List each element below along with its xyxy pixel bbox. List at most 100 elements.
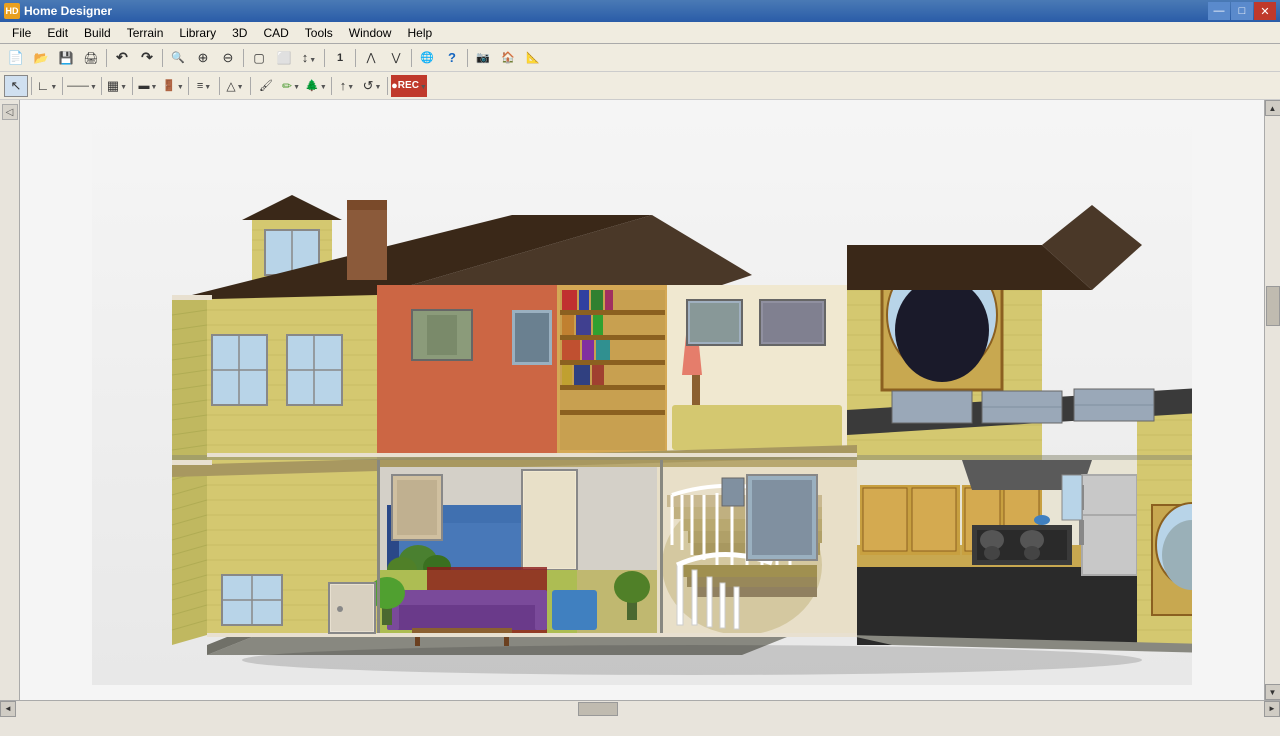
toolbar-separator [324,49,325,67]
maximize-button[interactable]: □ [1231,2,1253,20]
help-button[interactable]: ? [440,47,464,69]
stairs-button[interactable]: ≡ [192,75,216,97]
main-area: ◁ [0,100,1280,700]
select-rect-button[interactable] [247,47,271,69]
pencil-icon: ✏ [282,79,292,93]
wall-dropdown-icon [150,80,158,92]
scroll-thumb-horizontal[interactable] [578,702,618,716]
roof-icon: △ [226,79,235,93]
arrow-button[interactable]: ↕ [297,47,321,69]
house-container [20,100,1264,700]
toolbar-separator [355,49,356,67]
zoom-in-icon [198,50,209,66]
new-button[interactable] [4,47,28,69]
down-arrow-icon: ⋁ [391,51,400,64]
redo-icon [141,49,153,66]
roof-button[interactable]: △ [223,75,247,97]
angle-icon: ∟ [37,78,50,93]
scroll-left-button[interactable]: ◄ [0,701,16,717]
house-view-icon [501,51,515,64]
house-view-button[interactable] [496,47,520,69]
door-button[interactable]: 🚪 [161,75,185,97]
scroll-down-button[interactable]: ▼ [1265,684,1280,700]
wall-icon: ▬ [139,80,150,92]
number-button[interactable]: 1 [328,47,352,69]
open-button[interactable] [29,47,53,69]
toolbar-separator [467,49,468,67]
bottom-scrollbar: ◄ ► [0,700,1280,716]
dash-dropdown-icon [89,80,97,92]
house-3d-view [92,115,1192,685]
cursor-button[interactable]: ↖ [4,75,28,97]
scroll-thumb-vertical[interactable] [1266,286,1280,326]
grid-dropdown-icon [119,80,127,92]
toolbar-separator [188,77,189,95]
toolbar-separator [387,77,388,95]
globe-icon [420,51,434,64]
pencil-dropdown-icon [292,80,300,92]
menu-build[interactable]: Build [76,24,119,42]
rotate-icon: ↺ [363,78,374,94]
up2-dropdown-icon [346,80,354,92]
undo-button[interactable] [110,47,134,69]
paint-button[interactable]: 🖌 [254,75,278,97]
zoom-out-button[interactable] [216,47,240,69]
left-panel-btn1[interactable]: ◁ [2,104,18,120]
open-icon [34,51,49,65]
title-bar: HD Home Designer — □ ✕ [0,0,1280,22]
down-arrow-button[interactable]: ⋁ [384,47,408,69]
redo-button[interactable] [135,47,159,69]
rec-dropdown-icon [419,80,427,92]
rotate-button[interactable]: ↺ [360,75,384,97]
rotate-dropdown-icon [373,80,381,92]
dash-button[interactable]: —— [66,75,98,97]
toolbar-separator [106,49,107,67]
door-dropdown-icon [176,80,184,92]
scroll-up-button[interactable]: ▲ [1265,100,1280,116]
save-button[interactable] [54,47,78,69]
plan-view-icon [526,51,540,64]
undo-icon [116,49,128,66]
zoom-in-button[interactable] [191,47,215,69]
paint-icon: 🖌 [259,79,273,92]
angle-button[interactable]: ∟ [35,75,59,97]
close-button[interactable]: ✕ [1254,2,1276,20]
record-button[interactable]: ●REC [391,75,427,97]
scroll-track-vertical[interactable] [1265,116,1280,684]
dash-icon: —— [67,80,89,92]
plan-view-button[interactable] [521,47,545,69]
menu-3d[interactable]: 3D [224,24,255,42]
tree-button[interactable]: 🌲 [304,75,328,97]
wall-button[interactable]: ▬ [136,75,160,97]
toolbar-separator [31,77,32,95]
grid-button[interactable]: ▦ [105,75,129,97]
minimize-button[interactable]: — [1208,2,1230,20]
menu-window[interactable]: Window [341,24,400,42]
menu-tools[interactable]: Tools [297,24,341,42]
tree-icon: 🌲 [305,79,319,92]
menu-help[interactable]: Help [399,24,440,42]
fill-button[interactable] [272,47,296,69]
left-panel: ◁ [0,100,20,700]
menu-edit[interactable]: Edit [39,24,76,42]
menu-terrain[interactable]: Terrain [119,24,172,42]
camera-button[interactable] [471,47,495,69]
menu-library[interactable]: Library [171,24,224,42]
toolbar-separator [101,77,102,95]
toolbar-separator [331,77,332,95]
up-arrow-button[interactable]: ⋀ [359,47,383,69]
menu-cad[interactable]: CAD [255,24,296,42]
scroll-right-button[interactable]: ► [1264,701,1280,717]
menu-file[interactable]: File [4,24,39,42]
scroll-track-horizontal[interactable] [16,701,1264,717]
fill-icon [277,51,292,65]
print-icon [83,51,98,65]
globe-button[interactable] [415,47,439,69]
print-button[interactable] [79,47,103,69]
toolbar2: ↖ ∟ —— ▦ ▬ 🚪 ≡ △ 🖌 ✏ 🌲 [0,72,1280,100]
up2-button[interactable]: ↑ [335,75,359,97]
search-button[interactable] [166,47,190,69]
pencil-button[interactable]: ✏ [279,75,303,97]
canvas-area[interactable] [20,100,1264,700]
toolbar-separator [132,77,133,95]
